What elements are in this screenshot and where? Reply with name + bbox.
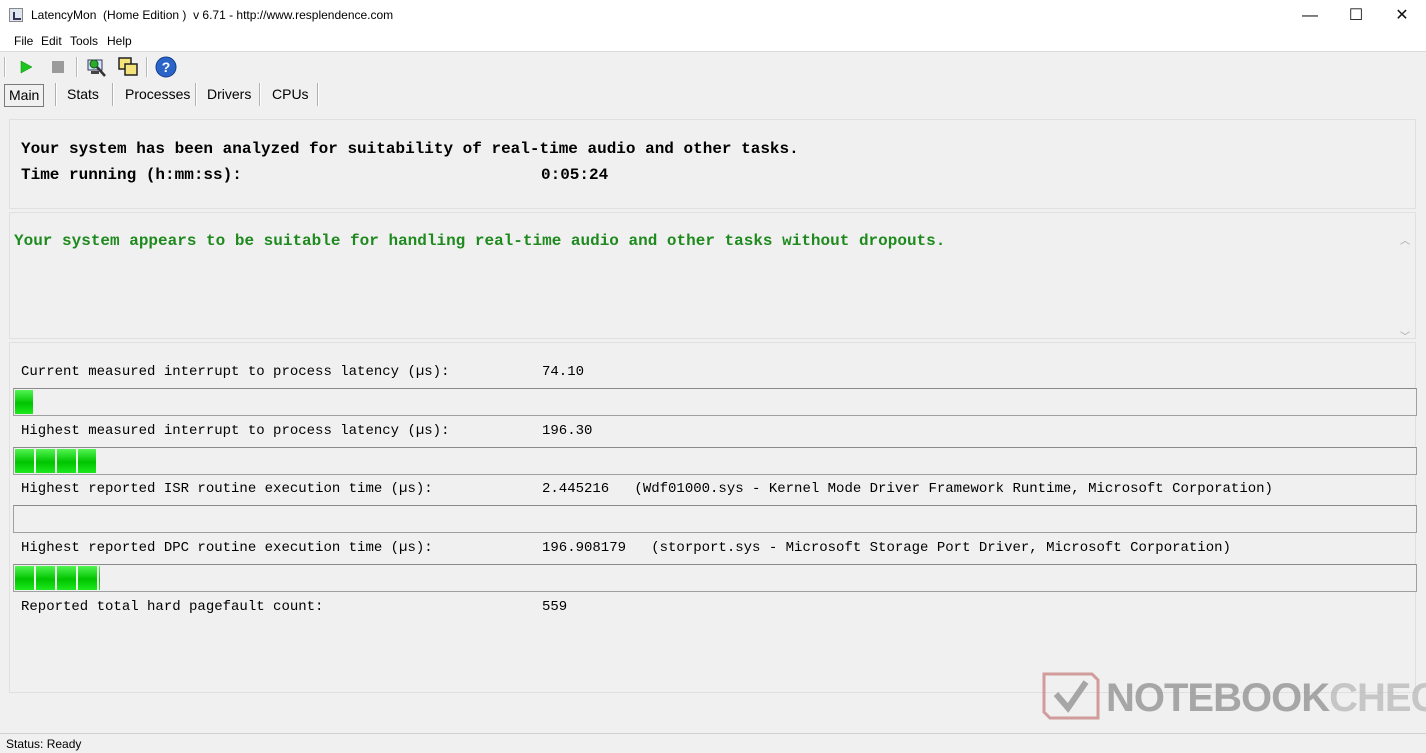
tab-stats[interactable]: Stats <box>67 84 99 105</box>
dpc-time-bar-fill <box>15 566 102 590</box>
analysis-panel: Your system has been analyzed for suitab… <box>9 119 1416 209</box>
title-bar: LatencyMon (Home Edition ) v 6.71 - http… <box>0 0 1426 31</box>
isr-time-bar <box>13 505 1417 533</box>
notebookcheck-watermark: NOTEBOOKCHECK <box>1040 668 1426 728</box>
windows-icon <box>118 57 138 76</box>
help-button[interactable]: ? <box>154 55 178 79</box>
menu-bar: File Edit Tools Help <box>0 31 1426 52</box>
play-icon <box>20 60 33 74</box>
app-icon <box>9 8 23 22</box>
current-latency-bar-fill <box>15 390 35 414</box>
menu-edit[interactable]: Edit <box>41 34 62 48</box>
isr-time-value: 2.445216 (Wdf01000.sys - Kernel Mode Dri… <box>542 481 1273 497</box>
verdict-scrollbar[interactable]: ︿ ﹀ <box>1398 232 1415 344</box>
bar-segment <box>15 566 36 590</box>
pagefault-label: Reported total hard pagefault count: <box>21 599 324 615</box>
tab-drivers[interactable]: Drivers <box>207 84 251 105</box>
menu-help[interactable]: Help <box>107 34 132 48</box>
tab-divider <box>55 83 57 106</box>
highest-latency-value: 196.30 <box>542 423 593 439</box>
tab-divider <box>259 83 261 106</box>
svg-text:?: ? <box>162 59 171 75</box>
metrics-panel: Current measured interrupt to process la… <box>9 342 1417 693</box>
tab-cpus[interactable]: CPUs <box>272 84 309 105</box>
stop-button[interactable] <box>46 55 70 79</box>
current-latency-bar <box>13 388 1417 416</box>
start-button[interactable] <box>14 55 38 79</box>
window-title: LatencyMon (Home Edition ) v 6.71 - http… <box>31 8 394 22</box>
tab-strip: Main Stats Processes Drivers CPUs <box>0 82 1426 108</box>
tab-divider <box>112 83 114 106</box>
stop-icon <box>52 61 64 73</box>
dpc-time-label: Highest reported DPC routine execution t… <box>21 540 433 556</box>
time-running-label: Time running (h:mm:ss): <box>21 166 242 184</box>
highest-latency-label: Highest measured interrupt to process la… <box>21 423 450 439</box>
windows-button[interactable] <box>116 55 140 79</box>
isr-time-label: Highest reported ISR routine execution t… <box>21 481 433 497</box>
watermark-check-icon <box>1042 672 1100 720</box>
bar-segment <box>57 566 78 590</box>
maximize-button[interactable]: ☐ <box>1333 0 1379 31</box>
time-running-value: 0:05:24 <box>541 166 609 184</box>
tab-divider <box>195 83 197 106</box>
analysis-line: Your system has been analyzed for suitab… <box>21 140 799 158</box>
bar-segment <box>57 449 78 473</box>
status-bar: Status: Ready <box>0 733 1426 753</box>
bar-segment <box>78 449 98 473</box>
bar-segment <box>99 566 102 590</box>
scroll-up-icon[interactable]: ︿ <box>1400 232 1410 248</box>
bar-segment <box>78 566 99 590</box>
minimize-button[interactable]: — <box>1287 0 1333 31</box>
bar-segment <box>15 390 35 414</box>
pagefault-value: 559 <box>542 599 568 615</box>
bar-segment <box>36 449 57 473</box>
close-button[interactable]: ✕ <box>1379 0 1425 31</box>
current-latency-value: 74.10 <box>542 364 585 380</box>
verdict-text: Your system appears to be suitable for h… <box>14 232 946 250</box>
analyze-button[interactable] <box>84 55 108 79</box>
menu-file[interactable]: File <box>14 34 33 48</box>
tab-divider <box>317 83 319 106</box>
verdict-panel: Your system appears to be suitable for h… <box>9 212 1416 344</box>
toolbar-separator <box>146 57 148 77</box>
watermark-text: NOTEBOOKCHECK <box>1106 676 1426 720</box>
analyze-icon <box>87 59 106 77</box>
help-icon: ? <box>155 56 177 78</box>
tab-processes[interactable]: Processes <box>125 84 190 105</box>
current-latency-label: Current measured interrupt to process la… <box>21 364 450 380</box>
dpc-time-bar <box>13 564 1417 592</box>
menu-tools[interactable]: Tools <box>70 34 98 48</box>
toolbar-grip <box>4 57 6 77</box>
bar-segment <box>15 449 36 473</box>
highest-latency-bar <box>13 447 1417 475</box>
bar-segment <box>36 566 57 590</box>
tab-main[interactable]: Main <box>4 84 45 107</box>
highest-latency-bar-fill <box>15 449 98 473</box>
toolbar: ? <box>0 52 1426 82</box>
dpc-time-value: 196.908179 (storport.sys - Microsoft Sto… <box>542 540 1231 556</box>
status-text: Status: Ready <box>6 737 82 751</box>
toolbar-separator <box>76 57 78 77</box>
